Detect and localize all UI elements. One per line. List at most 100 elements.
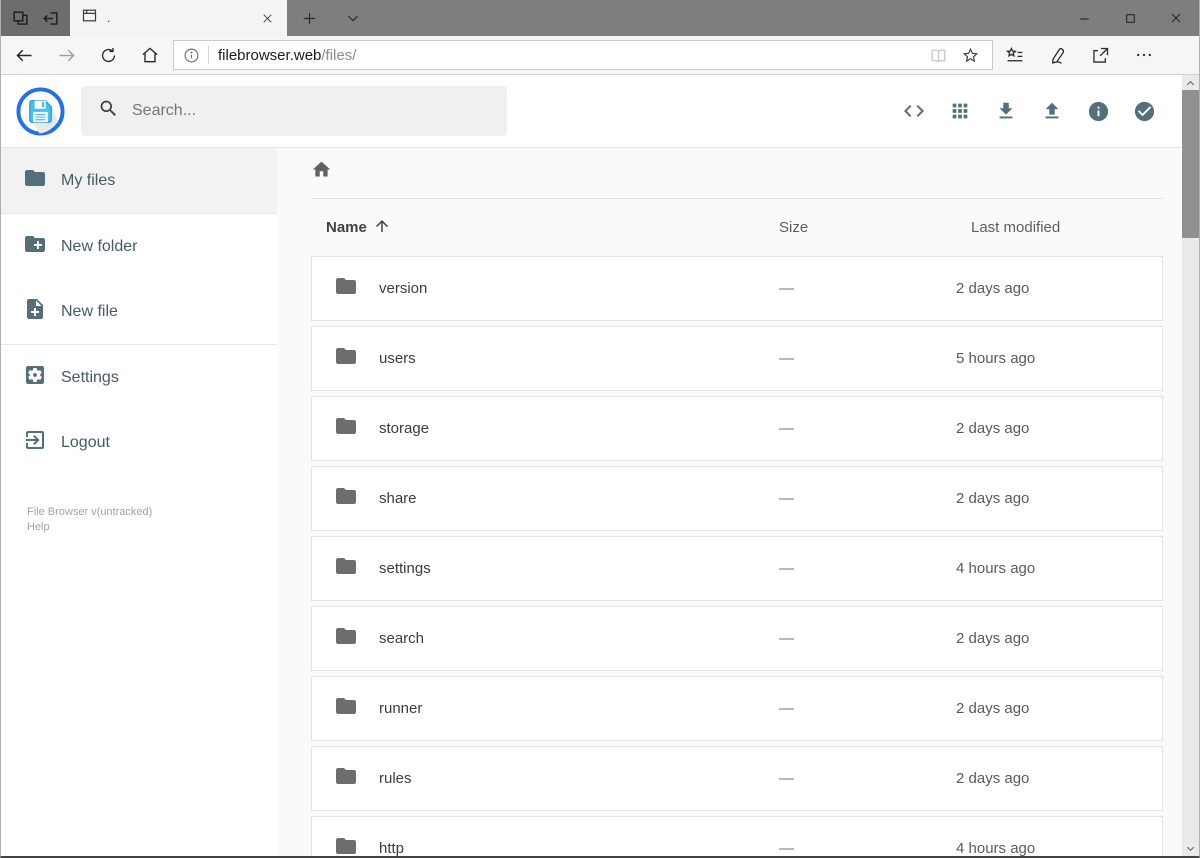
file-row[interactable]: search — 2 days ago bbox=[311, 606, 1163, 671]
select-icon[interactable] bbox=[1132, 99, 1156, 123]
tab-list-icon[interactable] bbox=[331, 0, 375, 36]
sidebar-item-label: New file bbox=[61, 302, 118, 320]
folder-icon bbox=[23, 166, 47, 195]
help-link[interactable]: Help bbox=[27, 520, 277, 535]
forward-icon[interactable] bbox=[45, 37, 87, 73]
file-modified: 5 hours ago bbox=[956, 350, 1036, 367]
file-size: — bbox=[779, 350, 794, 367]
hub-icon[interactable] bbox=[993, 37, 1036, 73]
file-name: users bbox=[379, 350, 416, 367]
folder-icon bbox=[334, 274, 358, 303]
download-icon[interactable] bbox=[994, 99, 1018, 123]
file-name: share bbox=[379, 490, 417, 507]
sidebar-item-new-file[interactable]: New file bbox=[1, 279, 277, 344]
file-name: version bbox=[379, 280, 428, 297]
scrollbar[interactable] bbox=[1182, 75, 1199, 856]
breadcrumb-home-icon[interactable] bbox=[311, 159, 332, 185]
file-name: settings bbox=[379, 560, 431, 577]
folder-icon bbox=[334, 694, 358, 723]
favorite-star-icon[interactable] bbox=[954, 42, 986, 68]
sort-asc-icon bbox=[373, 217, 391, 239]
shell-icon[interactable] bbox=[902, 99, 926, 123]
file-row[interactable]: version — 2 days ago bbox=[311, 256, 1163, 321]
new-tab-icon[interactable] bbox=[287, 0, 331, 36]
sidebar-item-new-folder[interactable]: New folder bbox=[1, 214, 277, 279]
url-text: filebrowser.web/files/ bbox=[218, 47, 356, 64]
listing-rows: version — 2 days ago users — 5 hours ago… bbox=[311, 256, 1163, 856]
upload-icon[interactable] bbox=[1040, 99, 1064, 123]
sidebar-item-my-files[interactable]: My files bbox=[1, 148, 277, 213]
url-path: /files/ bbox=[321, 46, 357, 64]
logout-icon bbox=[23, 428, 47, 457]
refresh-icon[interactable] bbox=[87, 37, 129, 73]
sidebar-item-logout[interactable]: Logout bbox=[1, 410, 277, 475]
file-modified: 2 days ago bbox=[956, 630, 1030, 647]
file-row[interactable]: runner — 2 days ago bbox=[311, 676, 1163, 741]
search-placeholder: Search... bbox=[132, 102, 197, 119]
home-icon[interactable] bbox=[129, 37, 171, 73]
filebrowser-logo-icon[interactable] bbox=[16, 86, 65, 136]
url-separator bbox=[208, 46, 209, 64]
file-size: — bbox=[779, 630, 794, 647]
file-modified: 2 days ago bbox=[956, 770, 1030, 787]
folder-icon bbox=[334, 834, 358, 856]
sidebar-item-label: Settings bbox=[61, 368, 119, 386]
site-info-icon[interactable] bbox=[183, 47, 200, 64]
info-icon[interactable] bbox=[1086, 99, 1110, 123]
file-row[interactable]: http — 4 hours ago bbox=[311, 816, 1163, 856]
minimize-icon[interactable] bbox=[1061, 0, 1107, 36]
sidebar-item-label: New folder bbox=[61, 237, 138, 255]
reading-view-icon[interactable] bbox=[922, 42, 954, 68]
scroll-down-icon[interactable] bbox=[1182, 841, 1199, 855]
new-folder-icon bbox=[23, 232, 47, 261]
file-row[interactable]: users — 5 hours ago bbox=[311, 326, 1163, 391]
file-row[interactable]: share — 2 days ago bbox=[311, 466, 1163, 531]
file-row[interactable]: storage — 2 days ago bbox=[311, 396, 1163, 461]
new-file-icon bbox=[23, 297, 47, 326]
sidebar-item-settings[interactable]: Settings bbox=[1, 345, 277, 410]
folder-icon bbox=[334, 344, 358, 373]
file-name: runner bbox=[379, 700, 423, 717]
file-size: — bbox=[779, 770, 794, 787]
file-size: — bbox=[779, 840, 794, 856]
file-size: — bbox=[779, 560, 794, 577]
column-name[interactable]: Name bbox=[326, 217, 779, 239]
file-row[interactable]: settings — 4 hours ago bbox=[311, 536, 1163, 601]
file-modified: 2 days ago bbox=[956, 280, 1030, 297]
back-icon[interactable] bbox=[3, 37, 45, 73]
maximize-icon[interactable] bbox=[1107, 0, 1153, 36]
grid-view-icon[interactable] bbox=[948, 99, 972, 123]
web-note-icon[interactable] bbox=[1036, 37, 1079, 73]
tab-preview-icon[interactable] bbox=[11, 9, 30, 28]
window-controls bbox=[1061, 0, 1199, 36]
file-listing: Name Size Last modified version — 2 days… bbox=[277, 148, 1182, 856]
scrollbar-thumb[interactable] bbox=[1182, 90, 1199, 238]
set-tabs-aside-icon[interactable] bbox=[41, 9, 60, 28]
address-bar: filebrowser.web/files/ bbox=[1, 36, 1199, 75]
app-toolbar: Search... bbox=[1, 75, 1182, 148]
listing-header: Name Size Last modified bbox=[311, 199, 1163, 256]
url-input[interactable]: filebrowser.web/files/ bbox=[173, 40, 993, 70]
file-row[interactable]: rules — 2 days ago bbox=[311, 746, 1163, 811]
tab-title: . bbox=[107, 11, 111, 25]
search-input[interactable]: Search... bbox=[81, 86, 507, 136]
more-icon[interactable] bbox=[1122, 37, 1165, 73]
titlebar: . bbox=[1, 0, 1199, 36]
file-size: — bbox=[779, 700, 794, 717]
browser-tab[interactable]: . bbox=[70, 0, 287, 36]
share-icon[interactable] bbox=[1079, 37, 1122, 73]
file-size: — bbox=[779, 490, 794, 507]
column-modified[interactable]: Last modified bbox=[971, 219, 1163, 236]
scroll-up-icon[interactable] bbox=[1182, 76, 1199, 90]
folder-icon bbox=[334, 554, 358, 583]
file-modified: 2 days ago bbox=[956, 420, 1030, 437]
file-modified: 2 days ago bbox=[956, 700, 1030, 717]
file-modified: 4 hours ago bbox=[956, 560, 1036, 577]
column-size[interactable]: Size bbox=[779, 219, 971, 236]
folder-icon bbox=[334, 624, 358, 653]
close-icon[interactable] bbox=[1153, 0, 1199, 36]
file-size: — bbox=[779, 420, 794, 437]
tab-close-icon[interactable] bbox=[256, 7, 278, 29]
url-host: filebrowser.web bbox=[218, 46, 322, 64]
file-size: — bbox=[779, 280, 794, 297]
